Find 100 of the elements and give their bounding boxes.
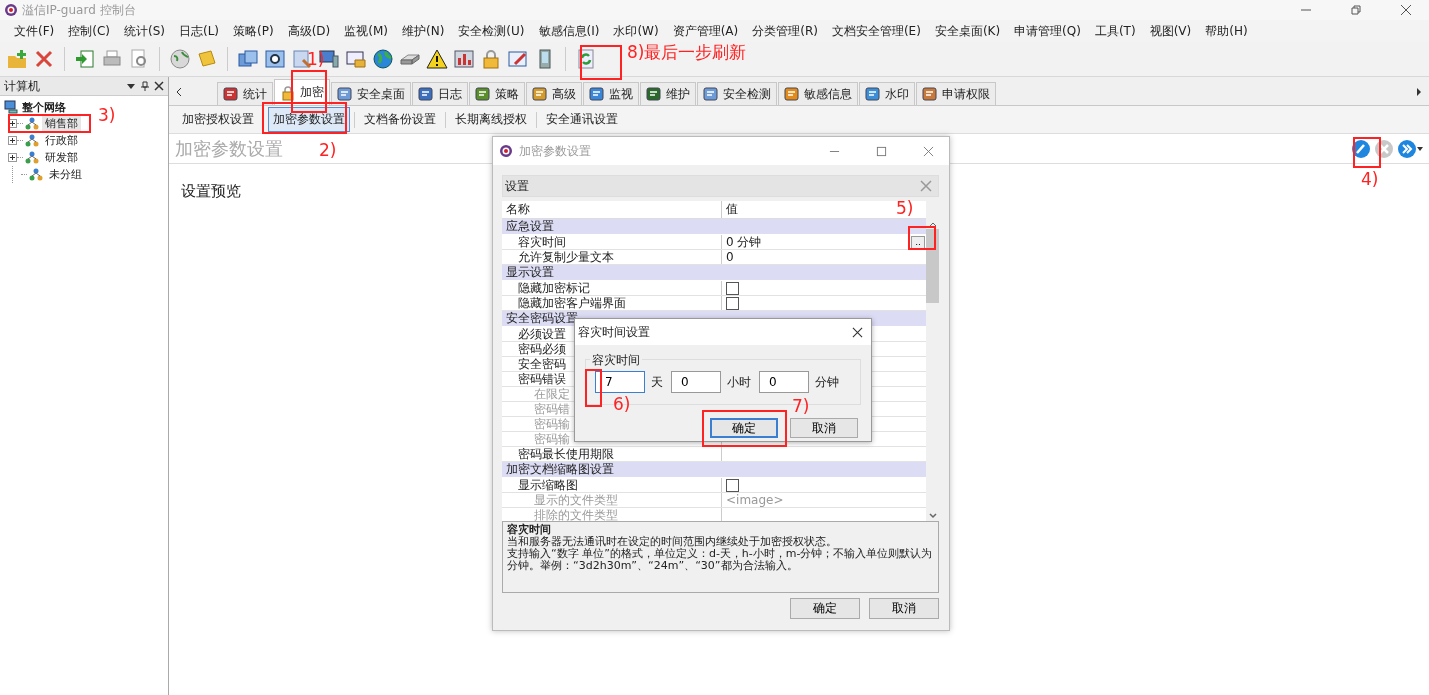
- dialog-button[interactable]: 取消: [869, 598, 939, 619]
- property-name: 隐藏加密标记: [518, 281, 590, 295]
- menu-item[interactable]: 文件(F): [10, 22, 59, 40]
- scrollbar-thumb[interactable]: [926, 229, 939, 303]
- delete-icon[interactable]: [33, 48, 55, 70]
- globe-icon[interactable]: [169, 48, 191, 70]
- menu-item[interactable]: 控制(C): [64, 22, 114, 40]
- tree-item[interactable]: 整个网络: [22, 99, 66, 115]
- restore-icon[interactable]: [1350, 4, 1362, 16]
- tab[interactable]: 监视: [583, 82, 639, 105]
- tab[interactable]: 日志: [412, 82, 468, 105]
- edit-icon[interactable]: [507, 48, 529, 70]
- tree-item[interactable]: 行政部: [42, 133, 81, 148]
- tab[interactable]: 水印: [859, 82, 915, 105]
- menu-item[interactable]: 敏感信息(I): [534, 22, 604, 40]
- expand-icon[interactable]: [8, 153, 17, 162]
- maximize-icon[interactable]: [876, 145, 887, 157]
- unit-label: 分钟: [815, 373, 839, 391]
- tab[interactable]: 安全桌面: [331, 82, 411, 105]
- lock-icon[interactable]: [480, 48, 502, 70]
- tab[interactable]: 高级: [526, 82, 582, 105]
- tab[interactable]: 敏感信息: [778, 82, 858, 105]
- menu-item[interactable]: 高级(D): [283, 22, 335, 40]
- menu-item[interactable]: 帮助(H): [1201, 22, 1252, 40]
- scroll-down-icon[interactable]: [928, 513, 937, 519]
- tab[interactable]: 申请权限: [916, 82, 996, 105]
- description-text: 当和服务器无法通讯时在设定的时间范围内继续处于加密授权状态。: [507, 536, 838, 548]
- globe-icon[interactable]: [372, 48, 394, 70]
- menu-item[interactable]: 分类管理(R): [748, 22, 822, 40]
- browse-button[interactable]: ..: [911, 235, 925, 249]
- tab[interactable]: 维护: [640, 82, 696, 105]
- scroll-up-icon[interactable]: [928, 221, 937, 227]
- subtab[interactable]: 加密授权设置: [177, 107, 259, 132]
- folder-plus-icon[interactable]: [6, 48, 28, 70]
- dialog-button[interactable]: 确定: [790, 598, 860, 619]
- menu-item[interactable]: 安全桌面(K): [930, 22, 1005, 40]
- subtab[interactable]: 文档备份设置: [359, 107, 441, 132]
- dialog-button[interactable]: 确定: [710, 418, 778, 438]
- import-icon[interactable]: [74, 48, 96, 70]
- property-name: 密码输: [534, 432, 570, 446]
- property-name: 在限定: [534, 387, 570, 401]
- lock-icon: [280, 84, 296, 101]
- tree-item[interactable]: 销售部: [42, 116, 81, 131]
- menu-item[interactable]: 监视(M): [340, 22, 392, 40]
- close-icon[interactable]: [154, 81, 164, 91]
- tree-item[interactable]: 研发部: [42, 150, 81, 165]
- app-logo-icon: [499, 144, 513, 158]
- search-icon[interactable]: [264, 48, 286, 70]
- menu-item[interactable]: 资产管理(A): [668, 22, 743, 40]
- pin-icon[interactable]: [140, 81, 150, 91]
- chart-icon[interactable]: [453, 48, 475, 70]
- square-icon: [418, 86, 434, 102]
- scroll-right-icon[interactable]: [1415, 87, 1423, 97]
- subtab[interactable]: 安全通讯设置: [541, 107, 623, 132]
- menu-item[interactable]: 日志(L): [175, 22, 224, 40]
- cancel-icon[interactable]: [1374, 138, 1394, 159]
- subtab[interactable]: 长期离线授权: [450, 107, 532, 132]
- menu-item[interactable]: 统计(S): [120, 22, 169, 40]
- input-field[interactable]: 0: [671, 371, 721, 393]
- windows-icon[interactable]: [237, 48, 259, 70]
- property-name: 容灾时间: [518, 235, 566, 249]
- input-field[interactable]: 0: [759, 371, 809, 393]
- property-value: 0 分钟: [726, 233, 762, 251]
- close-icon[interactable]: [852, 326, 863, 338]
- menu-item[interactable]: 文档安全管理(E): [827, 22, 925, 40]
- menu-item[interactable]: 维护(N): [398, 22, 449, 40]
- property-name: 隐藏加密客户端界面: [518, 296, 626, 310]
- tab[interactable]: 安全检测: [697, 82, 777, 105]
- menu-item[interactable]: 水印(W): [609, 22, 663, 40]
- warning-icon[interactable]: [426, 48, 448, 70]
- menu-item[interactable]: 视图(V): [1145, 22, 1196, 40]
- group-icon: [25, 116, 39, 131]
- checkbox[interactable]: [726, 296, 739, 310]
- close-icon[interactable]: [1400, 4, 1412, 16]
- expand-icon[interactable]: [8, 136, 17, 145]
- note-icon[interactable]: [196, 48, 218, 70]
- group-icon: [29, 167, 43, 182]
- subtab[interactable]: 加密参数设置: [268, 107, 350, 132]
- dialog-button[interactable]: 取消: [790, 418, 858, 438]
- checkbox[interactable]: [726, 281, 739, 295]
- tab[interactable]: 策略: [469, 82, 525, 105]
- annotation-label: 3): [98, 106, 116, 124]
- menu-item[interactable]: 策略(P): [229, 22, 278, 40]
- column-header: 名称: [502, 201, 722, 218]
- forward-icon[interactable]: [1397, 138, 1417, 159]
- section-label: 设置预览: [181, 182, 241, 200]
- input-field[interactable]: 7: [595, 371, 645, 393]
- menu-item[interactable]: 安全检测(U): [454, 22, 529, 40]
- scroll-left-icon[interactable]: [175, 87, 183, 97]
- expand-icon[interactable]: [8, 119, 17, 128]
- dropdown-icon[interactable]: [126, 81, 136, 91]
- property-name: 允许复制少量文本: [518, 250, 614, 264]
- card-icon[interactable]: [345, 48, 367, 70]
- menu-item[interactable]: 工具(T): [1090, 22, 1140, 40]
- checkbox[interactable]: [726, 478, 739, 492]
- edit-icon[interactable]: [1351, 138, 1371, 159]
- menu-item[interactable]: 申请管理(Q): [1010, 22, 1085, 40]
- tab[interactable]: 统计: [217, 82, 273, 105]
- tree-item[interactable]: 未分组: [46, 167, 85, 182]
- property-name: 显示缩略图: [518, 478, 578, 492]
